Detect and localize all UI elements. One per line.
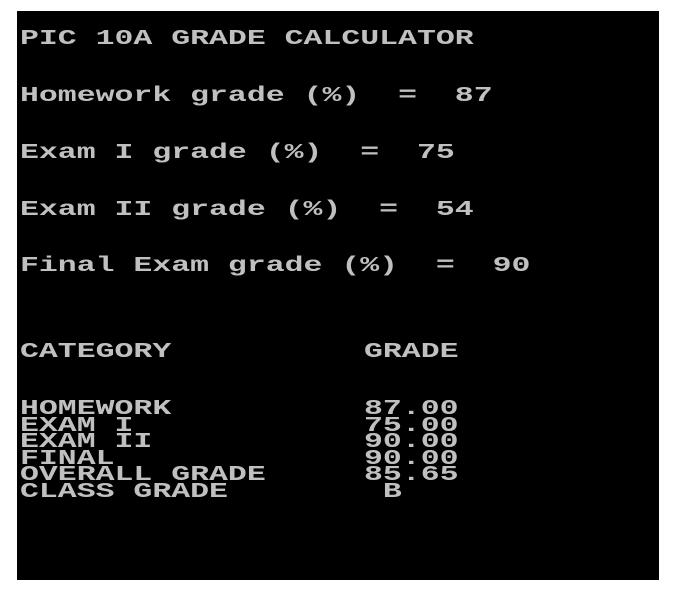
input-value: 75 — [416, 142, 455, 165]
table-row-category: CLASS GRADE — [20, 480, 228, 504]
exam1-input-line: Exam I grade (%) = 75 — [20, 143, 455, 164]
input-label: Homework grade (%) — [20, 85, 361, 108]
input-value: 87 — [454, 85, 493, 108]
input-label: Exam I grade (%) — [20, 142, 323, 165]
final-input-line: Final Exam grade (%) = 90 — [20, 256, 530, 277]
console-window: PIC 10A GRADE CALCULATOR Homework grade … — [17, 11, 659, 580]
table-header-category: CATEGORY — [20, 341, 172, 364]
equals-sign: = — [341, 199, 436, 222]
table-header-grade: GRADE — [364, 341, 459, 364]
input-value: 90 — [492, 255, 531, 278]
homework-input-line: Homework grade (%) = 87 — [20, 86, 493, 107]
input-value: 54 — [435, 199, 474, 222]
table-row-grade: B — [364, 480, 402, 504]
input-label: Exam II grade (%) — [20, 199, 342, 222]
program-title: PIC 10A GRADE CALCULATOR — [20, 28, 474, 51]
equals-sign: = — [322, 142, 417, 165]
exam2-input-line: Exam II grade (%) = 54 — [20, 200, 474, 221]
input-label: Final Exam grade (%) — [20, 255, 399, 278]
equals-sign: = — [360, 85, 455, 108]
equals-sign: = — [398, 255, 493, 278]
